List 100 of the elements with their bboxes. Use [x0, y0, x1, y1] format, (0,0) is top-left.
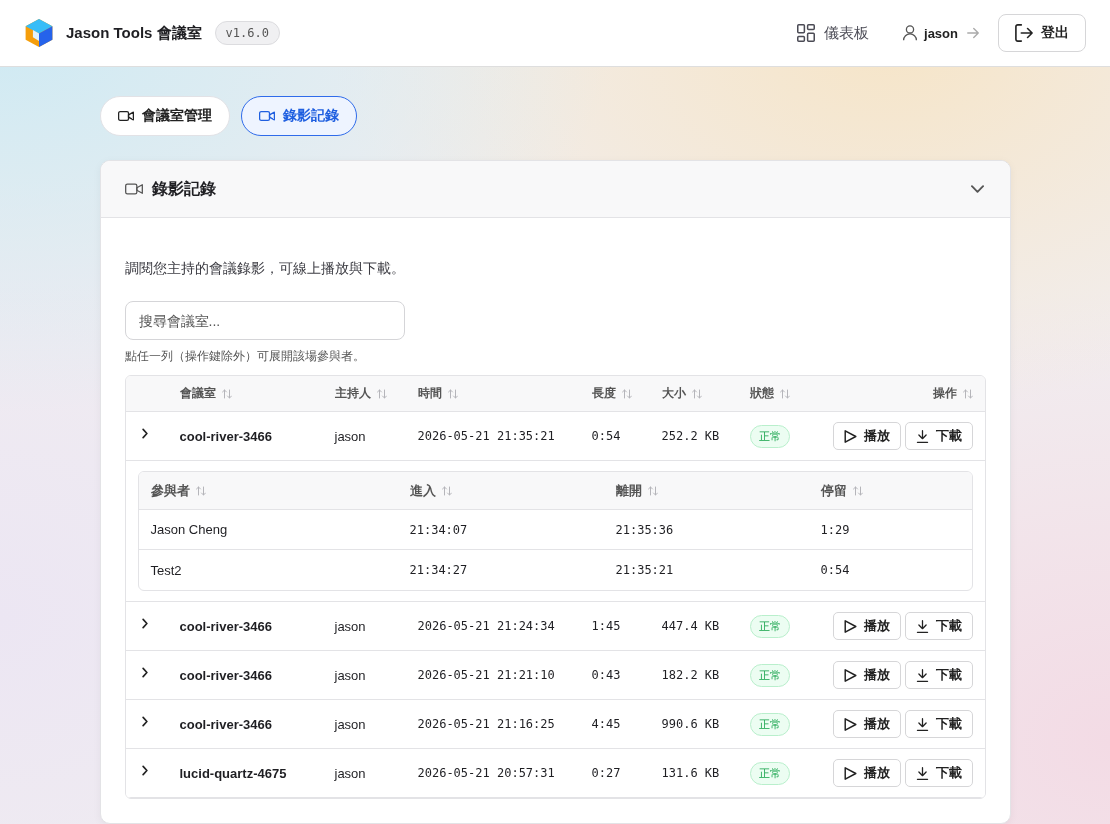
dashboard-link[interactable]: 儀表板	[795, 19, 872, 47]
logout-icon	[1015, 24, 1033, 42]
sort-icon[interactable]	[962, 388, 973, 399]
table-cell: 447.4 KB	[661, 619, 720, 633]
play-icon	[843, 717, 857, 731]
play-button[interactable]: 播放	[832, 661, 901, 689]
table-cell: 252.2 KB	[661, 429, 720, 443]
table-cell: jason	[334, 618, 366, 634]
chevron-right-icon[interactable]	[141, 617, 148, 629]
download-button[interactable]: 下載	[904, 422, 973, 450]
chevron-right-icon[interactable]	[141, 427, 148, 439]
column-header[interactable]: 大小	[661, 385, 686, 402]
download-icon	[915, 766, 929, 780]
video-camera-icon	[124, 180, 143, 198]
tab[interactable]: 錄影記錄	[240, 96, 357, 136]
table-cell: cool-river-3466	[179, 428, 272, 444]
table-cell: 21:35:21	[615, 563, 674, 577]
chevron-right-icon[interactable]	[141, 666, 148, 678]
play-icon	[843, 668, 857, 682]
logout-button[interactable]: 登出	[998, 14, 1086, 52]
status-badge: 正常	[749, 424, 790, 448]
column-header[interactable]: 會議室	[179, 385, 216, 402]
table-cell: jason	[334, 716, 366, 732]
status-badge: 正常	[749, 614, 790, 638]
table-cell: 2026-05-21 20:57:31	[417, 766, 555, 780]
user-link[interactable]: jason	[900, 21, 981, 45]
column-header[interactable]: 離開	[615, 481, 642, 500]
play-icon	[843, 766, 857, 780]
search-field[interactable]: 搜尋會議室...	[124, 301, 405, 340]
play-icon	[843, 429, 857, 443]
tab[interactable]: 會議室管理	[99, 96, 230, 136]
status-badge: 正常	[749, 663, 790, 687]
download-button[interactable]: 下載	[904, 710, 973, 738]
download-icon	[915, 717, 929, 731]
sort-icon[interactable]	[447, 388, 458, 399]
sort-icon[interactable]	[221, 388, 232, 399]
play-button[interactable]: 播放	[832, 612, 901, 640]
video-camera-icon	[258, 108, 275, 124]
table-cell: 2026-05-21 21:35:21	[417, 429, 555, 443]
column-header[interactable]: 操作	[932, 385, 957, 402]
play-button[interactable]: 播放	[832, 759, 901, 787]
version-badge: v1.6.0	[214, 21, 280, 45]
table-cell: Jason Cheng	[150, 522, 228, 537]
table-cell: Test2	[150, 562, 182, 578]
play-button[interactable]: 播放	[832, 422, 901, 450]
download-button[interactable]: 下載	[904, 612, 973, 640]
arrow-right-icon	[967, 27, 979, 39]
chevron-down-icon[interactable]	[970, 185, 984, 193]
sort-icon[interactable]	[852, 485, 863, 496]
column-header[interactable]: 停留	[820, 481, 847, 500]
table-cell: 131.6 KB	[661, 766, 720, 780]
download-icon	[915, 668, 929, 682]
table-cell: 990.6 KB	[661, 717, 720, 731]
dashboard-icon	[797, 24, 816, 42]
table-cell: cool-river-3466	[179, 618, 272, 634]
table-cell: jason	[334, 765, 366, 781]
table-cell: 0:54	[820, 563, 850, 577]
sort-icon[interactable]	[195, 485, 206, 496]
column-header[interactable]: 主持人	[334, 385, 371, 402]
table-cell: 0:43	[591, 668, 621, 682]
table-cell: jason	[334, 667, 366, 683]
user-icon	[902, 25, 919, 41]
chevron-right-icon[interactable]	[141, 715, 148, 727]
column-header[interactable]: 狀態	[749, 385, 774, 402]
column-header[interactable]: 進入	[409, 481, 436, 500]
column-header[interactable]: 參與者	[150, 481, 190, 500]
sort-icon[interactable]	[376, 388, 387, 399]
sort-icon[interactable]	[647, 485, 658, 496]
sort-icon[interactable]	[621, 388, 632, 399]
column-header[interactable]: 時間	[417, 385, 442, 402]
download-icon	[915, 619, 929, 633]
table-cell: 2026-05-21 21:21:10	[417, 668, 555, 682]
video-camera-icon	[117, 108, 134, 124]
column-header[interactable]: 長度	[591, 385, 616, 402]
status-badge: 正常	[749, 712, 790, 736]
sort-icon[interactable]	[441, 485, 452, 496]
hint-text: 點任一列（操作鍵除外）可展開該場參與者。	[124, 348, 366, 364]
status-badge: 正常	[749, 761, 790, 785]
table-cell: 2026-05-21 21:16:25	[417, 717, 555, 731]
table-cell: cool-river-3466	[179, 667, 272, 683]
download-icon	[915, 429, 929, 443]
table-cell: 0:54	[591, 429, 621, 443]
table-cell: jason	[334, 428, 366, 444]
table-cell: 21:34:07	[409, 522, 468, 537]
table-cell: cool-river-3466	[179, 716, 272, 732]
chevron-right-icon[interactable]	[141, 764, 148, 776]
table-cell: 4:45	[591, 717, 621, 731]
download-button[interactable]: 下載	[904, 661, 973, 689]
table-cell: 21:34:27	[409, 563, 468, 577]
sort-icon[interactable]	[691, 388, 702, 399]
play-icon	[843, 619, 857, 633]
table-cell: 182.2 KB	[661, 668, 720, 682]
app-title: Jason Tools 會議室	[66, 23, 202, 43]
panel-title: 錄影記錄	[151, 178, 216, 199]
download-button[interactable]: 下載	[904, 759, 973, 787]
play-button[interactable]: 播放	[832, 710, 901, 738]
table-cell: 1:29	[820, 522, 850, 537]
description-text: 調閱您主持的會議錄影，可線上播放與下載。	[124, 259, 406, 278]
sort-icon[interactable]	[779, 388, 790, 399]
table-cell: 0:27	[591, 766, 621, 780]
